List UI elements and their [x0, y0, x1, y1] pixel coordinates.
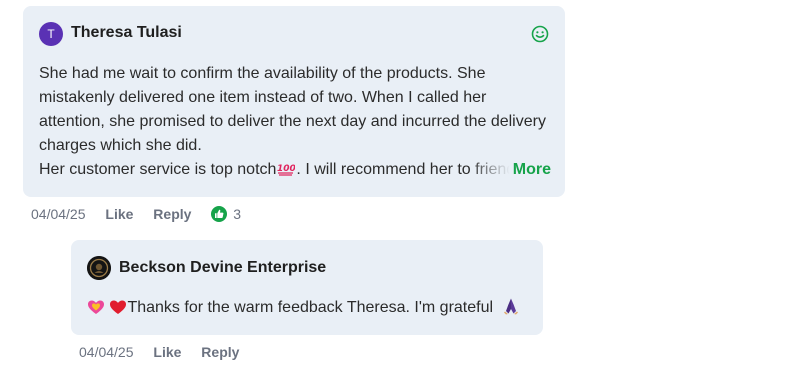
reply-date: 04/04/25: [79, 344, 134, 360]
avatar[interactable]: [87, 256, 111, 280]
thumbs-up-icon[interactable]: [211, 206, 228, 222]
comment-truncated-line: Her customer service is top notch 100. I …: [39, 158, 551, 182]
reply-button[interactable]: Reply: [201, 344, 239, 360]
hundred-points-icon: 100: [277, 164, 295, 176]
reply-bubble: Beckson Devine Enterprise Thanks for the…: [71, 240, 543, 335]
comment-author[interactable]: Theresa Tulasi: [71, 24, 182, 42]
reply-button[interactable]: Reply: [153, 206, 191, 222]
like-count: 3: [233, 206, 241, 222]
praying-hands-icon: [503, 298, 518, 315]
reply-meta: 04/04/25 Like Reply: [79, 344, 255, 360]
like-button[interactable]: Like: [105, 206, 133, 222]
comment-meta: 04/04/25 Like Reply 3: [31, 206, 241, 222]
more-link[interactable]: More: [510, 158, 551, 182]
like-button[interactable]: Like: [153, 344, 181, 360]
comment-date: 04/04/25: [31, 206, 86, 222]
comment-line-start: Her customer service is top notch: [39, 161, 277, 178]
reply-author[interactable]: Beckson Devine Enterprise: [119, 259, 326, 277]
smile-icon[interactable]: [531, 25, 549, 43]
comment-paragraph: She had me wait to confirm the availabil…: [39, 65, 546, 154]
red-heart-icon: [110, 300, 127, 314]
comment-text: She had me wait to confirm the availabil…: [39, 62, 551, 182]
avatar[interactable]: T: [39, 22, 63, 46]
reply-message: Thanks for the warm feedback Theresa. I'…: [127, 299, 494, 316]
comment-bubble: T Theresa Tulasi She had me wait to conf…: [23, 6, 565, 197]
reply-text: Thanks for the warm feedback Theresa. I'…: [87, 296, 520, 320]
business-logo-icon: [87, 256, 111, 280]
sparkling-heart-icon: [88, 300, 104, 314]
